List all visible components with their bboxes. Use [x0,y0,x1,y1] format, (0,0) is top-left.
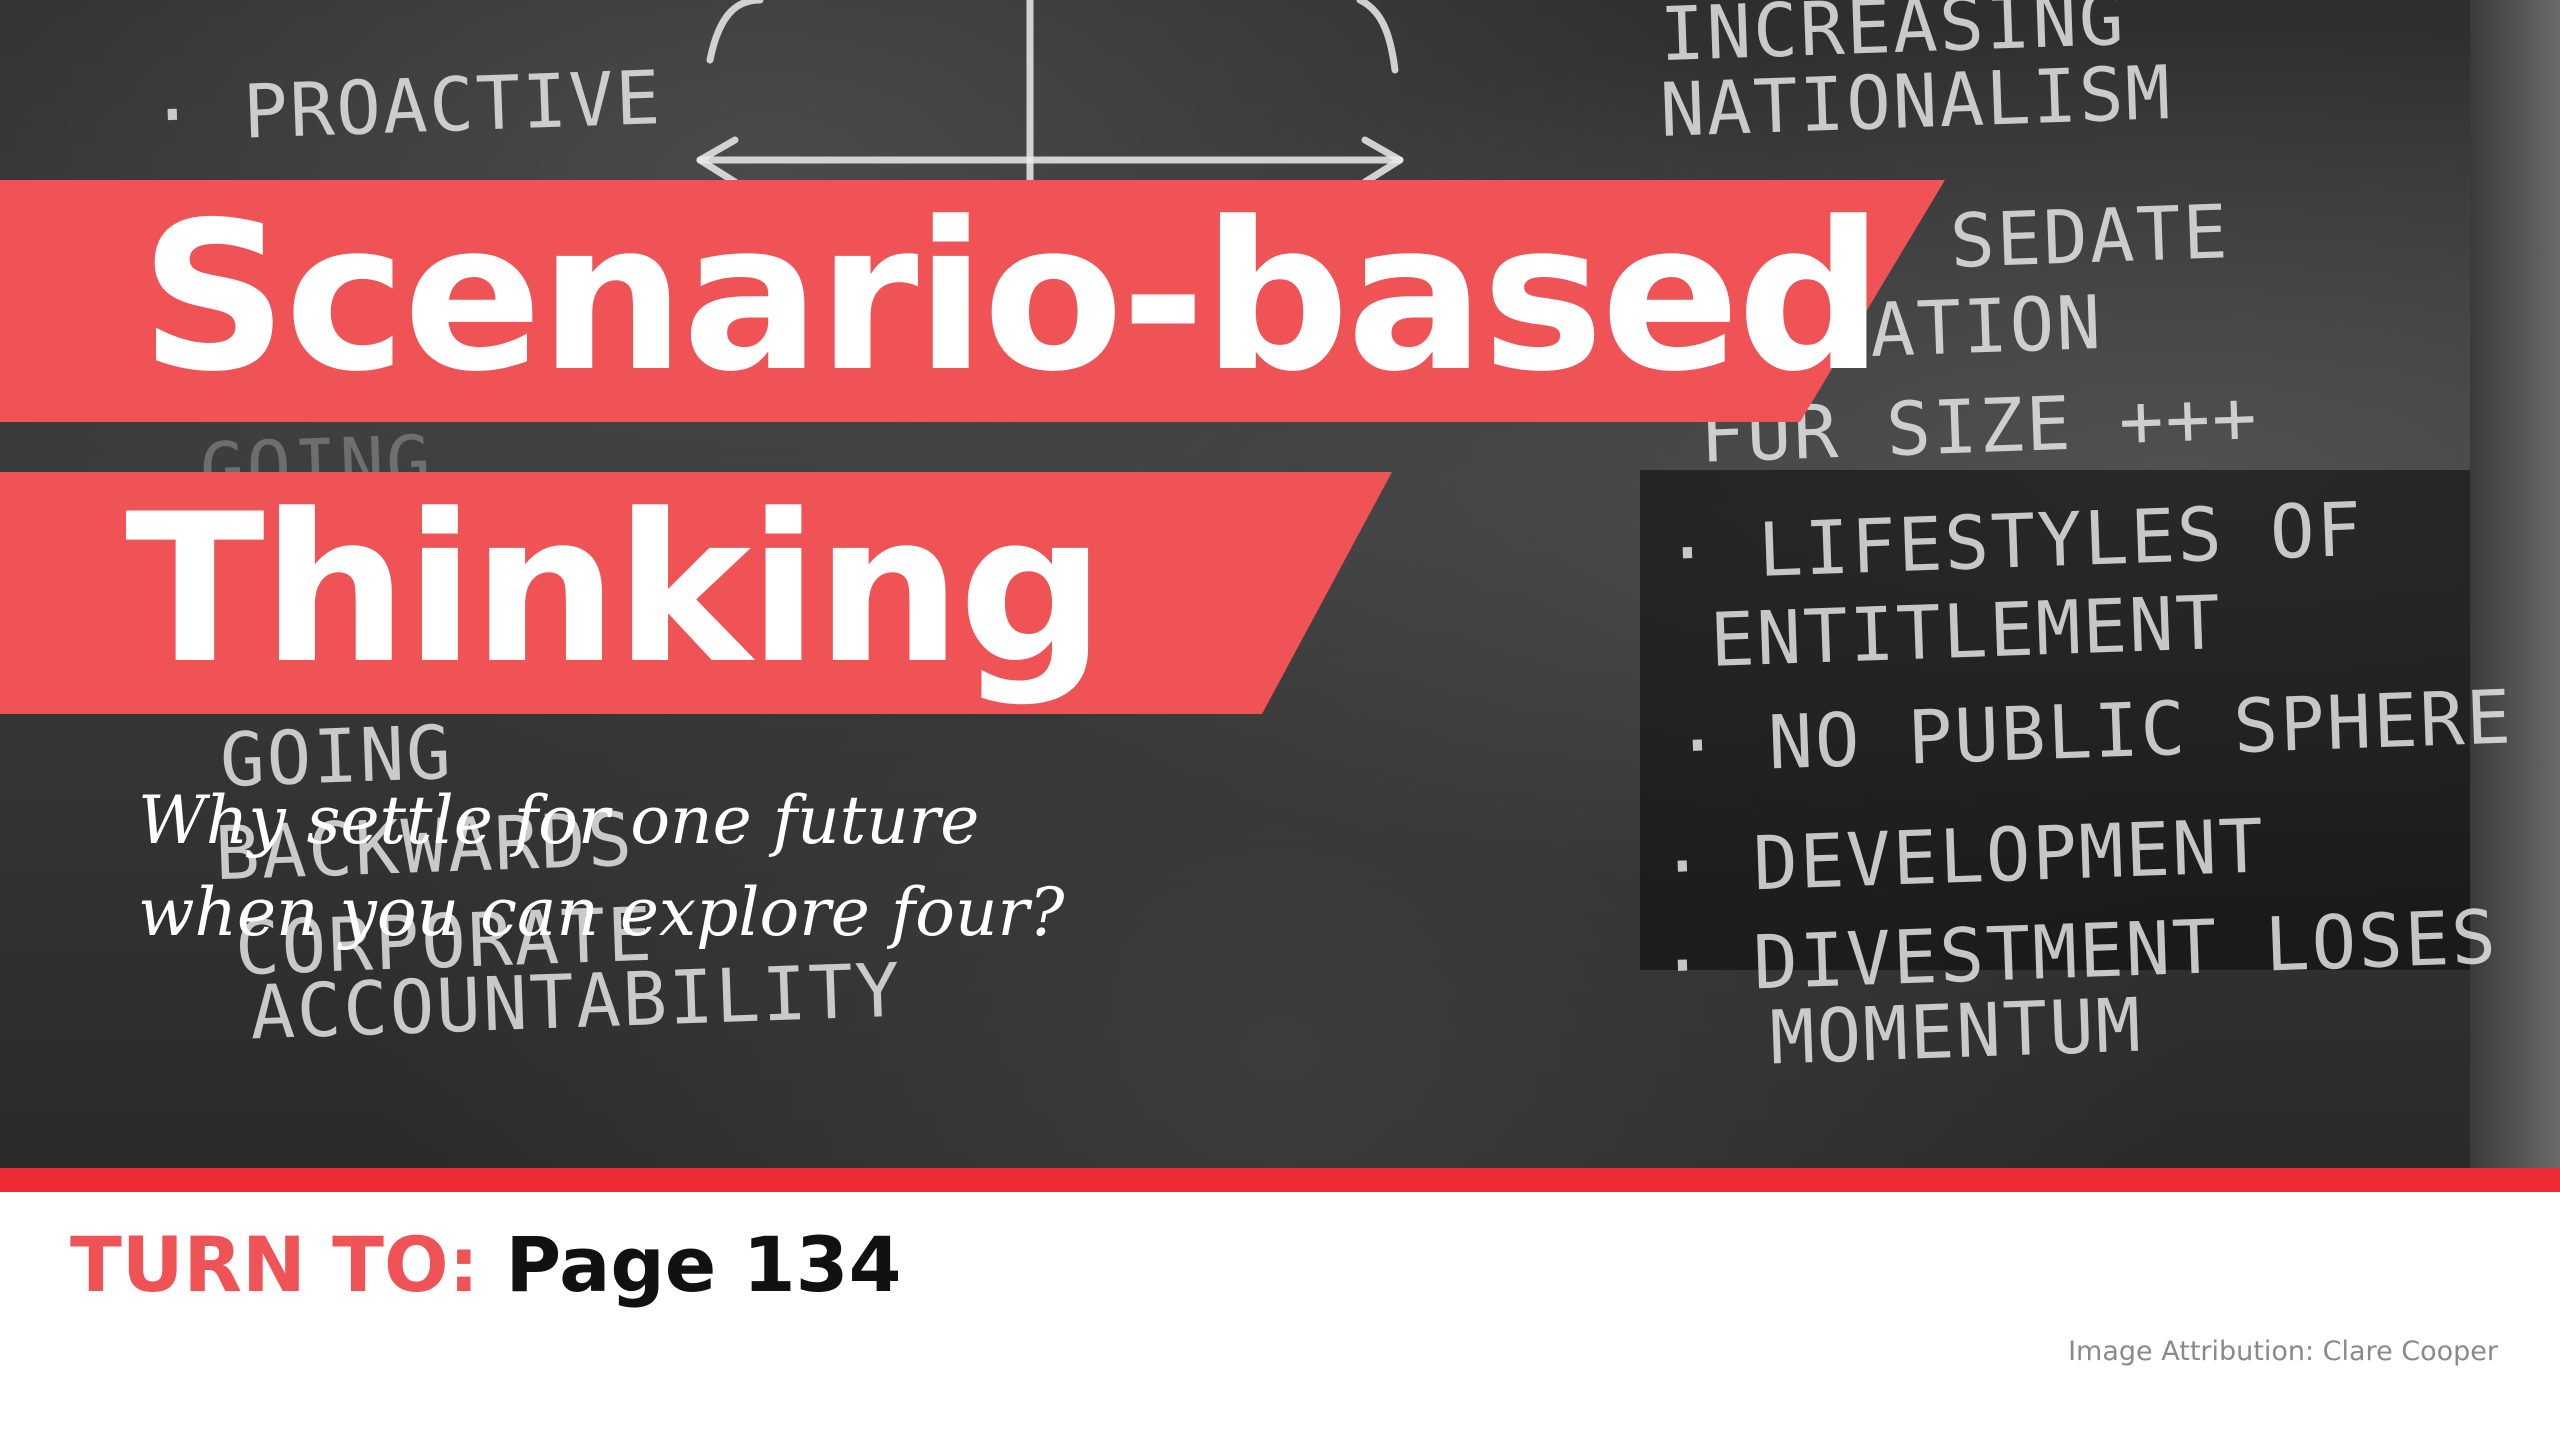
chalk-text: · DEVELOPMENT [1658,803,2267,911]
slide-title-line-2: Thinking [125,471,1105,709]
chalk-text: MOMENTUM [1768,982,2144,1082]
slide-subtitle: Why settle for one future when you can e… [138,775,1064,959]
chalk-text: ATION [1868,279,2105,375]
image-attribution: Image Attribution: Clare Cooper [2068,1336,2498,1367]
chalk-text: · LIFESTYLES OF [1663,486,2365,598]
turn-to-reference: TURN TO: Page 134 [70,1220,901,1309]
chalk-text: ENTITLEMENT [1708,580,2224,684]
subtitle-line-1: Why settle for one future [138,782,980,859]
page-reference: Page 134 [505,1220,902,1309]
footer-divider [0,1168,2560,1192]
chalk-text: · PROACTIVE [148,55,664,159]
slide-title-line-1: Scenario-based [140,179,1884,417]
chalk-text: SEDATE [1948,189,2231,285]
turn-to-label: TURN TO: [70,1220,479,1309]
chalk-text: ACCOUNTABILITY [248,947,904,1057]
subtitle-line-2: when you can explore four? [138,874,1065,951]
chalk-text: NATIONALISM [1658,50,2174,154]
